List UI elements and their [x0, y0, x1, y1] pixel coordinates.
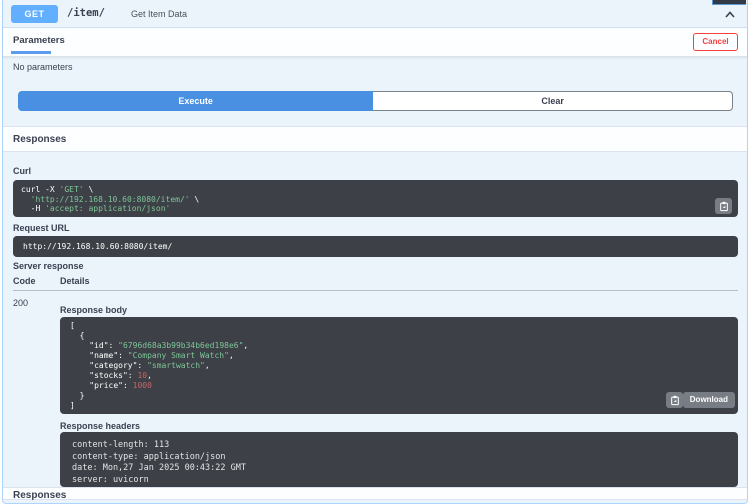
status-code: 200 [13, 298, 28, 308]
no-parameters-text: No parameters [13, 62, 73, 72]
copy-response-button[interactable] [666, 392, 683, 408]
parameters-section-header: Parameters Cancel [3, 28, 747, 57]
execute-bar: Execute Clear [18, 91, 733, 111]
endpoint-header[interactable]: GET /item/ Get Item Data [3, 0, 747, 28]
response-headers-block: content-length: 113content-type: applica… [60, 432, 738, 487]
get-endpoint-block: GET /item/ Get Item Data Parameters Canc… [2, 0, 748, 504]
request-url-block: http://192.168.10.60:8080/item/ [13, 236, 738, 257]
responses-heading-bottom: Responses [13, 490, 66, 501]
table-divider [13, 290, 738, 291]
clear-button[interactable]: Clear [373, 91, 733, 111]
copy-curl-button[interactable] [715, 198, 732, 214]
response-body-label: Response body [60, 305, 127, 315]
endpoint-path: /item/ [67, 7, 105, 19]
download-button[interactable]: Download [683, 392, 735, 408]
curl-label: Curl [13, 166, 31, 176]
topbar-fragment [712, 0, 746, 5]
http-method-badge: GET [11, 5, 58, 23]
clipboard-copy-icon [719, 201, 729, 212]
server-response-label: Server response [13, 261, 84, 271]
chevron-up-icon [723, 8, 741, 22]
curl-command-block[interactable]: curl -X 'GET' \ 'http://192.168.10.60:80… [13, 180, 738, 217]
swagger-ui-page: GET /item/ Get Item Data Parameters Canc… [0, 0, 750, 504]
cancel-button[interactable]: Cancel [693, 33, 738, 51]
active-tab-underline [11, 51, 51, 54]
response-headers-label: Response headers [60, 421, 140, 431]
responses-heading: Responses [13, 134, 66, 145]
details-column-header: Details [60, 276, 90, 286]
request-url-label: Request URL [13, 223, 70, 233]
execute-button[interactable]: Execute [18, 91, 373, 111]
clipboard-copy-icon [670, 395, 680, 406]
endpoint-summary: Get Item Data [131, 9, 187, 19]
code-column-header: Code [13, 276, 36, 286]
responses-section-header: Responses [3, 126, 747, 152]
response-body-block[interactable]: [ { "id": "6796d68a3b99b34b6ed198e6", "n… [60, 317, 738, 414]
collapse-button[interactable] [723, 6, 741, 24]
documented-responses-header: Responses [3, 487, 747, 500]
parameters-tab[interactable]: Parameters [13, 35, 65, 46]
